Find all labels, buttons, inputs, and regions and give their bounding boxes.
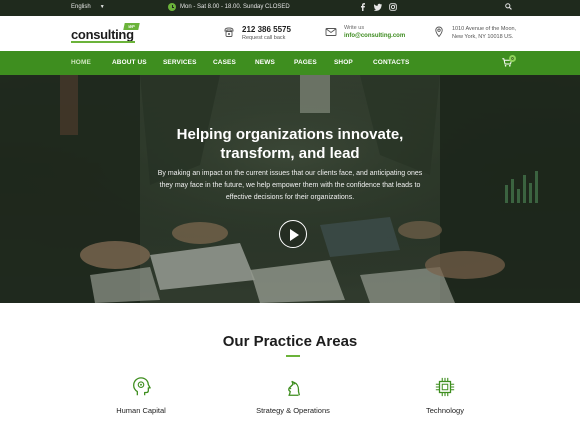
language-label: English: [71, 4, 91, 10]
title-underline: [286, 355, 300, 357]
practice-area-technology[interactable]: Technology: [385, 376, 505, 415]
write-us-label: Write us: [344, 25, 365, 31]
practice-areas-title: Our Practice Areas: [222, 333, 358, 350]
language-selector[interactable]: English ▼: [71, 4, 105, 10]
nav-cases[interactable]: CASES: [213, 59, 236, 66]
practice-area-label: Human Capital: [116, 406, 166, 415]
chip-icon: [434, 376, 456, 398]
play-video-button[interactable]: [279, 220, 307, 248]
address-block: 1010 Avenue of the Moon, New York, NY 10…: [433, 25, 516, 41]
request-callback-link[interactable]: Request call back: [242, 35, 291, 41]
email-block: Write us info@consulting.com: [325, 25, 405, 39]
address-line-1: 1010 Avenue of the Moon,: [452, 26, 517, 32]
hero-text-line-2: they may face in the future, we help emp…: [159, 182, 421, 189]
hero-text-line-1: By making an impact on the current issue…: [157, 170, 423, 177]
logo-underline: [71, 41, 135, 43]
top-bar: English ▼ Mon - Sat 8.00 - 18.00. Sunday …: [0, 0, 580, 16]
practice-area-label: Technology: [426, 406, 464, 415]
nav-home[interactable]: HOME: [71, 59, 91, 66]
opening-hours-text: Mon - Sat 8.00 - 18.00. Sunday CLOSED: [180, 4, 290, 10]
nav-contacts[interactable]: CONTACTS: [373, 59, 409, 66]
nav-news[interactable]: NEWS: [255, 59, 275, 66]
social-links: [359, 3, 397, 11]
phone-icon: [223, 26, 235, 38]
practice-area-human-capital[interactable]: Human Capital: [81, 376, 201, 415]
practice-area-strategy[interactable]: Strategy & Operations: [233, 376, 353, 415]
phone-number[interactable]: 212 386 5575: [242, 25, 291, 34]
map-pin-icon: [433, 26, 445, 38]
nav-services[interactable]: SERVICES: [163, 59, 197, 66]
clock-icon: [168, 3, 176, 11]
practice-area-label: Strategy & Operations: [256, 406, 330, 415]
cart-count-badge: 0: [509, 55, 516, 62]
phone-block: 212 386 5575 Request call back: [223, 25, 291, 41]
instagram-icon[interactable]: [389, 3, 397, 11]
search-icon[interactable]: [505, 3, 512, 12]
chess-knight-icon: [282, 376, 304, 398]
email-link[interactable]: info@consulting.com: [344, 33, 405, 39]
nav-pages[interactable]: PAGES: [294, 59, 317, 66]
hero-title-line-1: Helping organizations innovate,: [176, 126, 404, 143]
address-line-2: New York, NY 10018 US.: [452, 34, 514, 40]
chevron-down-icon: ▼: [99, 4, 105, 10]
hero-banner: Helping organizations innovate, transfor…: [0, 75, 580, 303]
facebook-icon[interactable]: [359, 3, 367, 11]
main-nav: HOME ABOUT US SERVICES CASES NEWS PAGES …: [0, 51, 580, 75]
opening-hours: Mon - Sat 8.00 - 18.00. Sunday CLOSED: [168, 3, 290, 11]
nav-about-us[interactable]: ABOUT US: [112, 59, 147, 66]
twitter-icon[interactable]: [374, 3, 382, 11]
hero-title-line-2: transform, and lead: [220, 145, 360, 162]
human-head-icon: [130, 376, 152, 398]
site-header: consulting WP 212 386 5575 Request call …: [0, 16, 580, 51]
hero-text-line-3: effective decisions for their organizati…: [225, 194, 355, 201]
nav-shop[interactable]: SHOP: [334, 59, 353, 66]
mail-icon: [325, 26, 337, 38]
logo-badge: WP: [123, 23, 140, 30]
